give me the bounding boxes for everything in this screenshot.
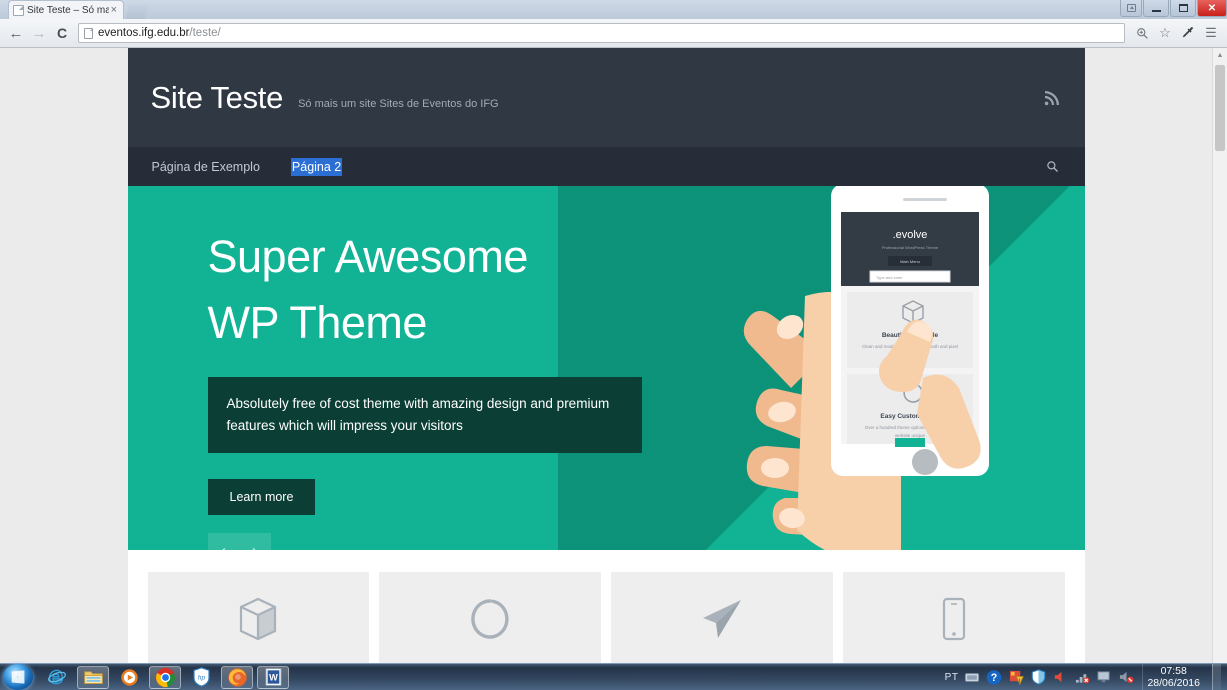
hero-copy: Super Awesome WP Theme Absolutely free o…	[207, 224, 728, 550]
help-icon[interactable]: ?	[986, 669, 1002, 685]
volume-icon[interactable]	[1052, 669, 1068, 685]
taskbar-item-mozilla-firefox[interactable]	[221, 665, 253, 689]
window-minimize-button[interactable]	[1143, 0, 1169, 17]
window-close-button[interactable]: ✕	[1197, 0, 1227, 17]
svg-text:Main Menu: Main Menu	[900, 259, 920, 264]
svg-text:.evolve: .evolve	[892, 229, 927, 241]
address-bar[interactable]: eventos.ifg.edu.br /teste/	[78, 23, 1125, 43]
window-controls: ✕	[1119, 0, 1227, 18]
svg-text:Professional WordPress Theme: Professional WordPress Theme	[881, 245, 938, 250]
tab-title: Site Teste – Só mais	[27, 4, 109, 16]
page-scrollbar[interactable]: ▲	[1212, 48, 1227, 663]
website-content: Site Teste Só mais um site Sites de Even…	[127, 48, 1085, 663]
learn-more-button[interactable]: Learn more	[207, 479, 316, 516]
feature-card[interactable]: Easy	[379, 572, 601, 663]
window-restore-button[interactable]	[1120, 0, 1142, 17]
paper-plane-icon	[699, 596, 745, 647]
taskbar-item-windows-explorer[interactable]	[77, 665, 109, 689]
site-navigation: Página de Exemplo Página 2	[127, 147, 1085, 186]
svg-text:Type and enter: Type and enter	[876, 275, 903, 280]
taskbar-items: hp W	[41, 665, 289, 689]
back-button[interactable]: ←	[6, 23, 26, 43]
scroll-up-arrow[interactable]: ▲	[1213, 48, 1227, 63]
circle-loop-icon	[469, 596, 511, 647]
site-tagline: Só mais um site Sites de Eventos do IFG	[298, 97, 499, 110]
feature-card[interactable]: Beautifully	[147, 572, 370, 663]
clock-time: 07:58	[1160, 665, 1187, 677]
features-section: Beautifully Easy Contact Form	[127, 550, 1085, 663]
hero-subtext: Absolutely free of cost theme with amazi…	[207, 377, 642, 454]
slider-next-icon[interactable]: ›	[252, 542, 258, 550]
clock-date: 28/06/2016	[1147, 677, 1200, 689]
tab-favicon-icon	[13, 4, 24, 16]
scrollbar-thumb[interactable]	[1215, 65, 1225, 151]
feature-card[interactable]: Modern Blog	[842, 572, 1065, 663]
show-desktop-button[interactable]	[1212, 663, 1221, 690]
hero-heading-line1: Super Awesome	[207, 231, 529, 282]
svg-text:!: !	[1019, 678, 1021, 684]
site-title: Site Teste	[150, 79, 284, 115]
zoom-indicator-icon[interactable]	[1132, 23, 1152, 43]
network-error-icon[interactable]	[1074, 669, 1090, 685]
url-path: /teste/	[189, 27, 221, 39]
start-button[interactable]	[3, 664, 33, 690]
shield-icon[interactable]	[1030, 669, 1046, 685]
browser-toolbar: ← → C eventos.ifg.edu.br /teste/ ☆ ☰	[0, 19, 1227, 48]
slider-prev-icon[interactable]: ‹	[220, 542, 226, 550]
browser-tab-strip: Site Teste – Só mais × ✕	[0, 0, 1227, 19]
taskbar-clock[interactable]: 07:58 28/06/2016	[1142, 664, 1206, 690]
taskbar-item-media-player[interactable]	[113, 666, 145, 689]
hero-heading-line2: WP Theme	[207, 296, 428, 348]
windows-taskbar: hp W PT ? ! 07:58 28/06/2016	[0, 663, 1227, 690]
taskbar-item-hp-support[interactable]: hp	[185, 666, 217, 689]
hero-slider-controls: ‹ ›	[207, 533, 271, 550]
tab-close-icon[interactable]: ×	[109, 4, 119, 16]
svg-text:W: W	[269, 672, 278, 682]
page-viewport: Site Teste Só mais um site Sites de Even…	[0, 48, 1227, 663]
sound-muted-icon[interactable]	[1118, 669, 1134, 685]
url-domain: eventos.ifg.edu.br	[98, 27, 190, 39]
rss-icon[interactable]	[1043, 89, 1061, 107]
language-indicator[interactable]: PT	[945, 672, 959, 683]
bookmark-star-icon[interactable]: ☆	[1155, 23, 1175, 43]
feature-card[interactable]: Contact Form	[611, 572, 833, 663]
site-header: Site Teste Só mais um site Sites de Even…	[127, 48, 1085, 147]
taskbar-item-internet-explorer[interactable]	[41, 666, 73, 689]
reload-button[interactable]: C	[52, 23, 72, 43]
window-maximize-button[interactable]	[1170, 0, 1196, 17]
system-tray: PT ? ! 07:58 28/06/2016	[945, 663, 1227, 690]
display-icon[interactable]	[1096, 669, 1112, 685]
mobile-phone-icon	[937, 596, 971, 647]
browser-window: Site Teste – Só mais × ✕ ← → C eventos.i…	[0, 0, 1227, 663]
hero-slider: .evolve Professional WordPress Theme Mai…	[127, 186, 1085, 550]
forward-button[interactable]: →	[29, 23, 49, 43]
keyboard-icon[interactable]	[964, 669, 980, 685]
browser-tab[interactable]: Site Teste – Só mais ×	[8, 0, 124, 19]
taskbar-item-microsoft-word[interactable]: W	[257, 665, 289, 689]
nav-item-pagina-2[interactable]: Página 2	[290, 157, 343, 176]
svg-text:website unique: website unique	[894, 433, 925, 438]
eyedropper-extension-icon[interactable]	[1178, 23, 1198, 43]
page-info-icon[interactable]	[84, 27, 93, 39]
browser-menu-icon[interactable]: ☰	[1201, 23, 1221, 43]
warning-icon[interactable]: !	[1008, 669, 1024, 685]
svg-text:?: ?	[991, 672, 998, 684]
taskbar-item-google-chrome[interactable]	[149, 665, 181, 689]
cube-icon	[237, 596, 279, 647]
svg-text:hp: hp	[197, 675, 205, 682]
new-tab-button[interactable]	[126, 5, 148, 19]
nav-item-pagina-de-exemplo[interactable]: Página de Exemplo	[151, 158, 261, 176]
nav-search-icon[interactable]	[1045, 159, 1061, 175]
page-canvas: Site Teste Só mais um site Sites de Even…	[0, 48, 1212, 663]
